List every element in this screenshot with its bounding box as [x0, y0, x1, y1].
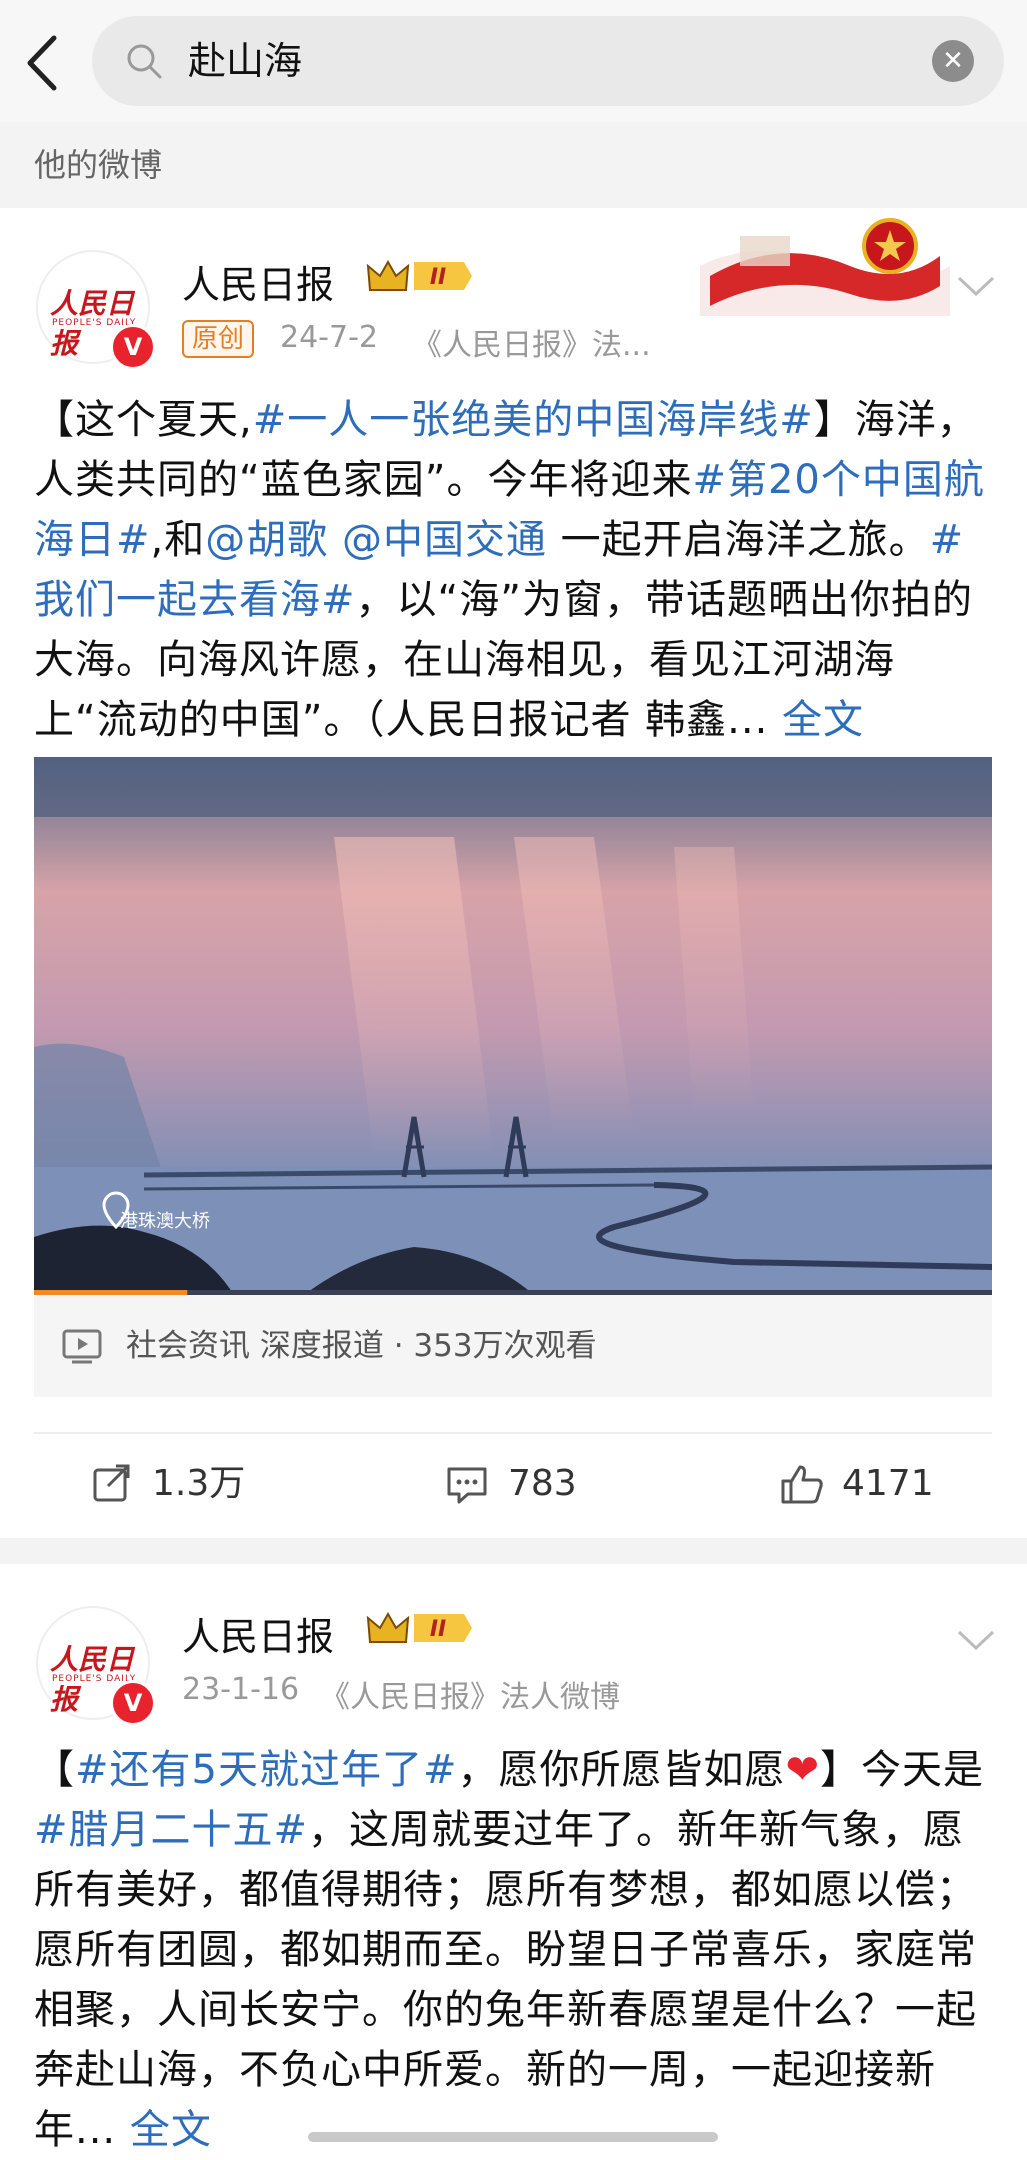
post-card[interactable]: 人民日报 PEOPLE'S DAILY V 人民日报 II 23-1-16 《人… — [0, 1564, 1027, 2156]
hashtag-link[interactable]: #一人一张绝美的中国海岸线# — [253, 397, 814, 443]
text-segment: 【这个夏天, — [34, 397, 253, 443]
crown-rank-badge-icon: II — [366, 259, 472, 291]
rank-badge-label: II — [430, 1617, 446, 1642]
decorative-banner-image — [700, 218, 950, 316]
hashtag-link[interactable]: #还有5天就过年了# — [75, 1747, 457, 1793]
text-segment: 一起开启海洋之旅。 — [546, 517, 930, 563]
avatar[interactable]: 人民日报 PEOPLE'S DAILY V — [36, 250, 156, 370]
mention-link[interactable]: @胡歌 — [205, 517, 328, 563]
thumbs-up-icon — [781, 1465, 823, 1504]
comment-count: 783 — [508, 1463, 577, 1504]
post-actions: 1.3万 783 4171 — [0, 1434, 1027, 1534]
clear-search-button[interactable]: ✕ — [932, 40, 974, 82]
repost-count: 1.3万 — [152, 1463, 246, 1504]
post-source: 《人民日报》法... — [412, 328, 651, 363]
like-count: 4171 — [842, 1463, 934, 1504]
back-arrow-icon[interactable] — [18, 28, 68, 98]
repost-button[interactable]: 1.3万 — [92, 1434, 292, 1534]
text-segment: 【 — [34, 1747, 75, 1793]
like-button[interactable]: 4171 — [780, 1434, 980, 1534]
chevron-down-icon[interactable] — [955, 270, 997, 300]
heart-emoji: ❤ — [785, 1747, 820, 1793]
video-icon — [62, 1329, 102, 1364]
text-segment: ，愿你所愿皆如愿 — [457, 1747, 786, 1793]
original-tag: 原创 — [182, 320, 255, 358]
close-icon: ✕ — [942, 46, 964, 76]
expand-full-text-link[interactable]: 全文 — [768, 697, 864, 743]
video-info-text: 社会资讯 深度报道 · 353万次观看 — [126, 1328, 597, 1364]
avatar[interactable]: 人民日报 PEOPLE'S DAILY V — [36, 1606, 156, 1726]
crown-rank-badge-icon: II — [366, 1611, 472, 1643]
post-date: 23-1-16 — [182, 1672, 300, 1707]
text-segment: ，这周就要过年了。新年新气象，愿所有美好，都值得期待；愿所有梦想，都如愿以偿；愿… — [34, 1807, 977, 2153]
home-indicator[interactable] — [308, 2132, 718, 2142]
post-text: 【这个夏天,#一人一张绝美的中国海岸线#】海洋，人类共同的“蓝色家园”。今年将迎… — [34, 390, 996, 750]
author-name[interactable]: 人民日报 — [182, 254, 334, 309]
bridge-sunset-image: 港珠澳大桥 — [34, 757, 992, 1295]
expand-full-text-link[interactable]: 全文 — [116, 2107, 212, 2153]
section-title: 他的微博 — [34, 146, 163, 184]
post-date: 24-7-2 — [280, 320, 378, 355]
video-info-bar[interactable]: 社会资讯 深度报道 · 353万次观看 — [34, 1295, 992, 1397]
mention-link[interactable]: @中国交通 — [342, 517, 547, 563]
section-header: 他的微博 — [0, 122, 1027, 208]
search-query[interactable]: 赴山海 — [188, 16, 302, 106]
search-box[interactable]: 赴山海 ✕ — [92, 16, 1004, 106]
comment-button[interactable]: 783 — [446, 1434, 646, 1534]
comment-icon — [447, 1467, 487, 1504]
video-location-label: 港珠澳大桥 — [120, 1211, 210, 1232]
search-icon — [127, 44, 162, 79]
verified-badge: V — [110, 324, 156, 370]
text-segment: ,和 — [150, 517, 206, 563]
share-icon — [93, 1464, 130, 1502]
video-thumbnail[interactable]: 港珠澳大桥 — [34, 757, 992, 1295]
top-bar: 赴山海 ✕ — [0, 0, 1027, 122]
rank-badge-label: II — [430, 265, 446, 290]
text-segment: 】今天是 — [820, 1747, 984, 1793]
post-text: 【#还有5天就过年了#，愿你所愿皆如愿❤】今天是 #腊月二十五#，这周就要过年了。… — [34, 1740, 996, 2160]
text-segment — [328, 517, 342, 563]
author-name[interactable]: 人民日报 — [182, 1606, 334, 1661]
hashtag-link[interactable]: #腊月二十五# — [34, 1807, 308, 1853]
verified-badge: V — [110, 1680, 156, 1726]
post-source: 《人民日报》法人微博 — [320, 1680, 620, 1715]
chevron-down-icon[interactable] — [955, 1624, 997, 1654]
post-separator — [0, 1538, 1027, 1564]
